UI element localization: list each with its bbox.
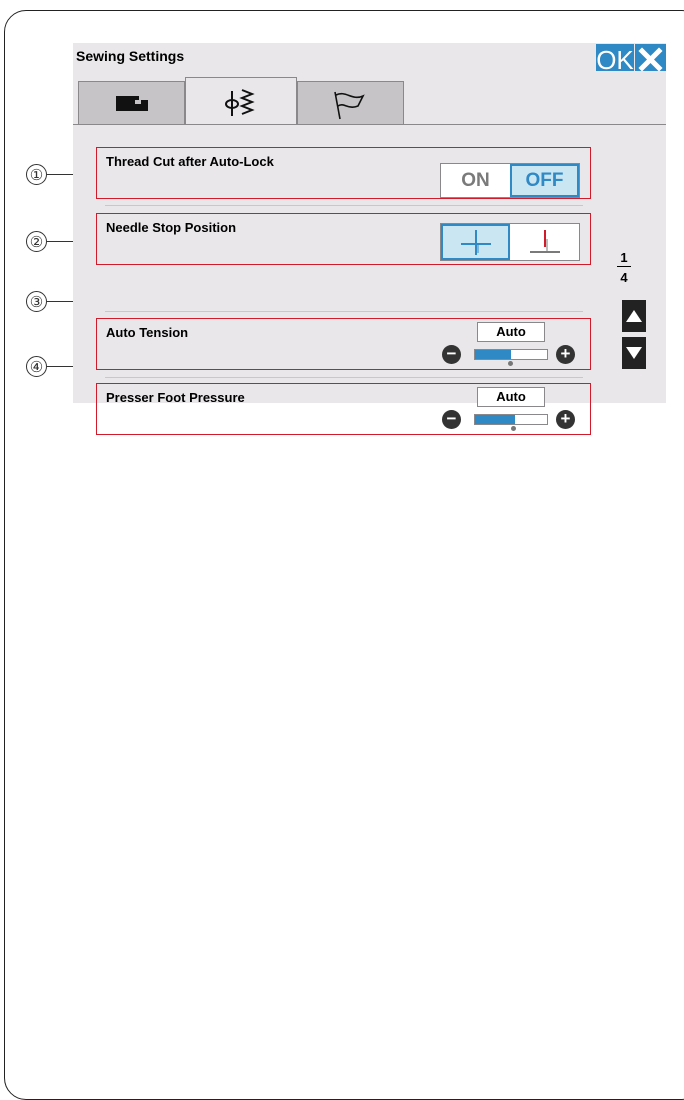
auto-tension-row: Auto Tension Auto − + — [96, 318, 591, 370]
presser-foot-minus-button[interactable]: − — [442, 410, 461, 429]
callout-4: ④ — [26, 356, 47, 377]
needle-down-icon — [529, 230, 560, 253]
needle-stop-label: Needle Stop Position — [106, 220, 237, 235]
page-up-button[interactable] — [622, 300, 646, 332]
title-bar: Sewing Settings — [73, 43, 666, 71]
presser-foot-level-bar — [474, 414, 548, 425]
needle-down-button[interactable] — [510, 224, 579, 260]
thread-cut-on-button[interactable]: ON — [441, 164, 510, 197]
tab-sewing-settings[interactable] — [185, 77, 297, 125]
auto-tension-label: Auto Tension — [106, 325, 189, 340]
needle-stop-row: Needle Stop Position — [96, 213, 591, 265]
auto-tension-default-marker — [508, 361, 513, 366]
auto-tension-value: Auto — [477, 322, 545, 342]
tab-machine-settings[interactable] — [78, 81, 185, 125]
auto-tension-level-fill — [475, 350, 511, 359]
presser-foot-value: Auto — [477, 387, 545, 407]
divider-1 — [105, 205, 583, 206]
thread-cut-row: Thread Cut after Auto-Lock ON OFF — [96, 147, 591, 199]
presser-foot-row: Presser Foot Pressure Auto − + — [96, 383, 591, 435]
auto-tension-minus-button[interactable]: − — [442, 345, 461, 364]
auto-tension-level-bar — [474, 349, 548, 360]
stitch-icon — [225, 89, 255, 116]
divider-3 — [105, 377, 583, 378]
presser-foot-level-fill — [475, 415, 515, 424]
window-title: Sewing Settings — [76, 48, 185, 64]
settings-screen: Sewing Settings OK Thread Cut after Auto… — [73, 43, 666, 435]
presser-foot-label: Presser Foot Pressure — [106, 390, 245, 405]
page-current: 1 — [620, 250, 628, 265]
callout-2: ② — [26, 231, 47, 252]
needle-up-button[interactable] — [441, 224, 510, 260]
callout-3: ③ — [26, 291, 47, 312]
page-fraction-line — [617, 266, 631, 267]
flag-icon — [334, 91, 365, 120]
presser-foot-plus-button[interactable]: + — [556, 410, 575, 429]
needle-up-icon — [460, 230, 491, 255]
thread-cut-off-button[interactable]: OFF — [510, 164, 579, 197]
presser-foot-default-marker — [511, 426, 516, 431]
callout-1: ① — [26, 164, 47, 185]
arrow-up-icon — [626, 310, 642, 322]
page-total: 4 — [620, 270, 628, 285]
settings-panel: Thread Cut after Auto-Lock ON OFF Needle… — [73, 125, 666, 435]
page-down-button[interactable] — [622, 337, 646, 369]
thread-cut-toggle: ON OFF — [440, 163, 580, 198]
tab-language-settings[interactable] — [297, 81, 404, 125]
needle-stop-toggle — [440, 223, 580, 261]
arrow-down-icon — [626, 347, 642, 359]
divider-2 — [105, 311, 583, 312]
auto-tension-plus-button[interactable]: + — [556, 345, 575, 364]
thread-cut-label: Thread Cut after Auto-Lock — [106, 154, 274, 169]
sewing-machine-icon — [116, 96, 148, 111]
